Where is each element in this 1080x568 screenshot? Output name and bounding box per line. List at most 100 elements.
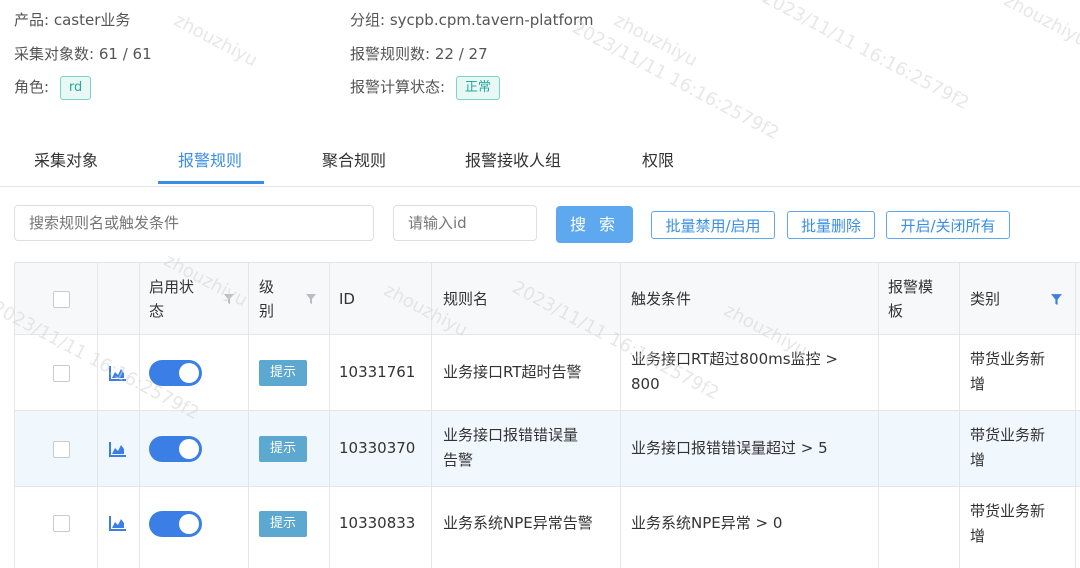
trigger-line1: 业务系统NPE异常 > 0 [631,514,783,532]
collect-value: 61 / 61 [98,45,152,63]
calc-status-label: 报警计算状态: [350,78,446,96]
category-line2: 增 [970,527,986,545]
product-info: 产品: caster业务 [14,6,130,34]
category-filter-icon[interactable] [1050,293,1063,306]
tab-collect-objects[interactable]: 采集对象 [34,138,98,184]
level-tag: 提示 [259,511,307,537]
column-divider [620,263,621,568]
status-filter-icon[interactable] [223,293,235,305]
tab-alert-rules[interactable]: 报警规则 [178,138,242,184]
chart-icon[interactable] [109,515,127,531]
chart-icon[interactable] [109,365,127,381]
table-header: 启用状 态 级 别 ID 规则名 触发条件 报警模 板 类别 [15,263,1080,335]
column-divider [959,263,960,568]
watermark-stamp: 2023/11/11 16:16:2579f2 [758,0,973,114]
rule-name-line1: 业务接口RT超时告警 [443,363,582,381]
watermark-user: zhouzhiyu [610,9,701,72]
rules-count-label: 报警规则数: [350,45,431,63]
table-row: 提示 10330833 业务系统NPE异常告警 业务系统NPE异常 > 0 带货… [15,487,1080,567]
rule-name-line2: 告警 [443,451,474,469]
header-status: 启用状 态 [149,275,194,323]
tab-receiver-groups[interactable]: 报警接收人组 [465,138,561,184]
rules-count-value: 22 / 27 [434,45,488,63]
header-template-line1: 报警模 [888,278,934,296]
level-tag: 提示 [259,436,307,462]
rule-name-line1: 业务系统NPE异常告警 [443,514,593,532]
rule-id: 10330370 [339,439,416,457]
trigger-line1: 业务接口RT超过800ms监控 > [631,350,838,368]
level-tag: 提示 [259,360,307,386]
trigger-line2: 800 [631,375,660,393]
trigger-condition: 业务接口RT超过800ms监控 > 800 [631,347,838,397]
tab-aggregate-rules[interactable]: 聚合规则 [322,138,386,184]
category: 带货业务新 增 [970,499,1045,549]
group-info: 分组: sycpb.cpm.tavern-platform [350,6,593,34]
header-trigger: 触发条件 [631,290,692,308]
role-tag: rd [59,75,92,100]
rule-name: 业务接口报错错误量 告警 [443,423,578,473]
watermark-stamp: 2023/11/11 16:16:2579f2 [568,17,783,144]
column-divider [329,263,330,568]
batch-toggle-button[interactable]: 批量禁用/启用 [651,211,775,239]
watermark-user: zhouzhiyu [1000,0,1080,52]
header-status-line1: 启用状 [149,278,195,296]
header-template-line2: 板 [888,302,904,320]
header-category: 类别 [970,290,1001,308]
rule-id: 10330833 [339,514,416,532]
product-value: caster业务 [53,11,131,29]
rule-name: 业务系统NPE异常告警 [443,511,593,536]
product-label: 产品: [14,11,50,29]
header-id: ID [339,290,355,308]
active-tab-indicator [158,181,264,184]
header-level: 级 别 [259,275,274,323]
search-button[interactable]: 搜 索 [556,206,633,243]
calc-status-tag: 正常 [455,75,500,100]
table-row: 提示 10331761 业务接口RT超时告警 业务接口RT超过800ms监控 >… [15,335,1080,411]
collect-info: 采集对象数: 61 / 61 [14,40,152,68]
rule-search-input[interactable] [14,205,374,241]
toggle-knob [179,439,199,459]
tab-bar: 采集对象 报警规则 聚合规则 报警接收人组 权限 [0,138,1080,187]
role-info: 角色: rd [14,73,92,101]
chart-icon[interactable] [109,441,127,457]
header-level-line1: 级 [259,278,275,296]
column-divider [1075,263,1076,568]
category-line2: 增 [970,451,986,469]
category-line1: 带货业务新 [970,502,1046,520]
table-row: 提示 10330370 业务接口报错错误量 告警 业务接口报错错误量超过 > 5… [15,411,1080,487]
level-filter-icon[interactable] [305,293,317,305]
toggle-knob [179,363,199,383]
category-line1: 带货业务新 [970,350,1046,368]
enable-toggle[interactable] [149,360,202,386]
rules-table: 启用状 态 级 别 ID 规则名 触发条件 报警模 板 类别 提示 103317… [14,262,1080,568]
column-divider [878,263,879,568]
header-status-line2: 态 [149,302,165,320]
row-checkbox[interactable] [53,365,70,382]
role-label: 角色: [14,78,50,96]
category: 带货业务新 增 [970,423,1045,473]
toggle-all-button[interactable]: 开启/关闭所有 [886,211,1010,239]
column-divider [248,263,249,568]
column-divider [431,263,432,568]
rule-id: 10331761 [339,363,416,381]
rule-name: 业务接口RT超时告警 [443,360,582,385]
tab-permissions[interactable]: 权限 [642,138,674,184]
header-template: 报警模 板 [888,275,933,323]
trigger-condition: 业务系统NPE异常 > 0 [631,511,782,536]
column-divider [97,263,98,568]
rules-count-info: 报警规则数: 22 / 27 [350,40,488,68]
batch-delete-button[interactable]: 批量删除 [787,211,875,239]
collect-label: 采集对象数: [14,45,95,63]
category-line2: 增 [970,375,986,393]
trigger-line1: 业务接口报错错误量超过 > 5 [631,439,828,457]
row-checkbox[interactable] [53,441,70,458]
select-all-checkbox[interactable] [53,291,70,308]
watermark-user: zhouzhiyu [170,9,261,72]
enable-toggle[interactable] [149,436,202,462]
trigger-condition: 业务接口报错错误量超过 > 5 [631,436,828,461]
enable-toggle[interactable] [149,511,202,537]
id-search-input[interactable] [393,205,537,241]
row-checkbox[interactable] [53,515,70,532]
header-rule-name: 规则名 [443,290,489,308]
toggle-knob [179,514,199,534]
